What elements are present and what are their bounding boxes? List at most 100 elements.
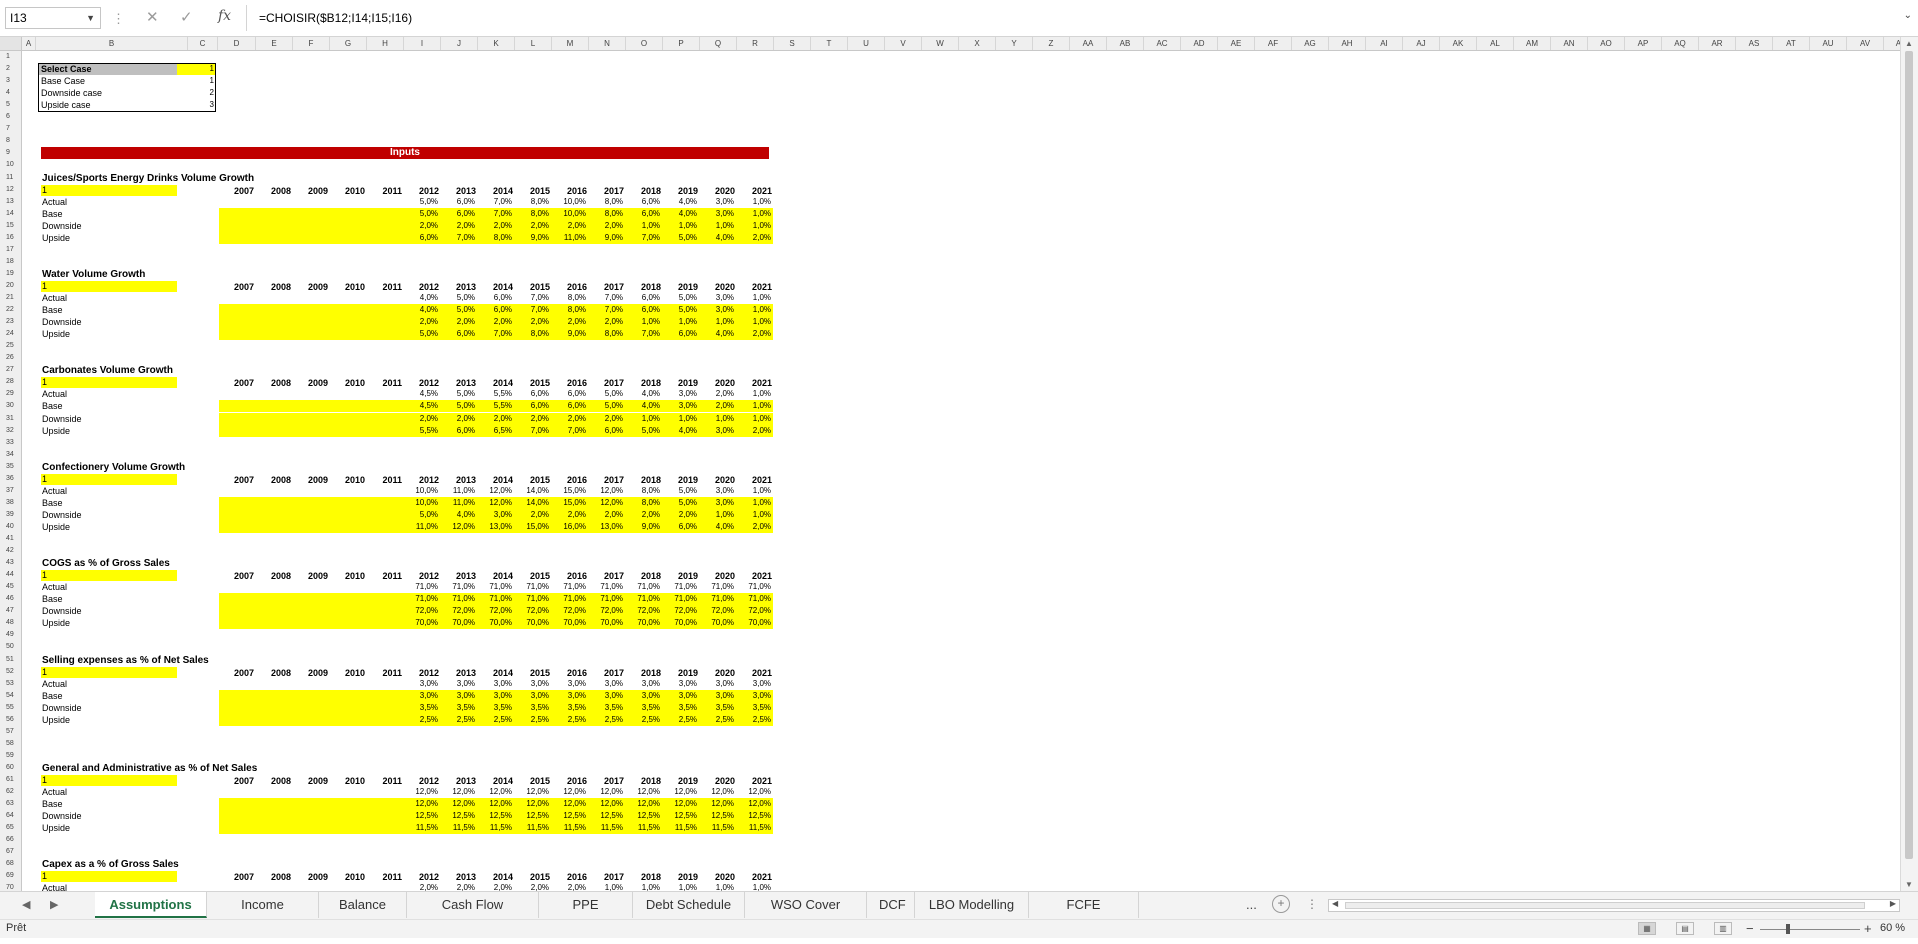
row-header[interactable]: 32 <box>0 425 20 437</box>
cancel-icon[interactable]: ✕ <box>146 8 159 26</box>
row-header[interactable]: 29 <box>0 388 20 400</box>
vertical-scroll-thumb[interactable] <box>1905 51 1913 859</box>
column-header[interactable]: AD <box>1181 37 1218 50</box>
more-sheets-button[interactable]: ... <box>1246 897 1257 912</box>
row-header[interactable]: 11 <box>0 172 20 184</box>
zoom-out-button[interactable]: − <box>1746 921 1754 936</box>
row-header[interactable]: 63 <box>0 798 20 810</box>
column-header[interactable]: AL <box>1477 37 1514 50</box>
column-header[interactable]: AQ <box>1662 37 1699 50</box>
row-header[interactable]: 15 <box>0 220 20 232</box>
enter-icon[interactable]: ✓ <box>180 8 193 26</box>
row-header[interactable]: 55 <box>0 702 20 714</box>
column-header[interactable]: G <box>330 37 367 50</box>
row-header[interactable]: 70 <box>0 882 20 891</box>
column-header[interactable]: AA <box>1070 37 1107 50</box>
row-header[interactable]: 26 <box>0 352 20 364</box>
page-break-view-icon[interactable]: ▥ <box>1714 922 1732 935</box>
column-header[interactable]: AI <box>1366 37 1403 50</box>
case-selector-input[interactable] <box>41 184 177 196</box>
row-header[interactable]: 4 <box>0 87 20 99</box>
page-layout-view-icon[interactable]: ▤ <box>1676 922 1694 935</box>
column-header[interactable]: Y <box>996 37 1033 50</box>
column-header[interactable]: AH <box>1329 37 1366 50</box>
row-header[interactable]: 16 <box>0 232 20 244</box>
formula-input[interactable]: =CHOISIR($B12;I14;I15;I16) <box>246 5 1902 31</box>
cell-grid[interactable]: Inputs Select Case 1 Base Case 1 Downside ca… <box>22 51 1900 891</box>
row-header[interactable]: 6 <box>0 111 20 123</box>
expand-formula-icon[interactable]: ⌄ <box>1904 10 1912 21</box>
normal-view-icon[interactable]: ▦ <box>1638 922 1656 935</box>
scroll-up-icon[interactable]: ▲ <box>1905 39 1913 48</box>
row-header[interactable]: 1 <box>0 51 20 63</box>
scroll-right-icon[interactable]: ▶ <box>1890 899 1896 908</box>
column-header[interactable]: AV <box>1847 37 1884 50</box>
row-header[interactable]: 35 <box>0 461 20 473</box>
column-header[interactable]: AU <box>1810 37 1847 50</box>
column-header[interactable]: O <box>626 37 663 50</box>
row-header[interactable]: 14 <box>0 208 20 220</box>
row-header[interactable]: 62 <box>0 786 20 798</box>
row-header[interactable]: 19 <box>0 268 20 280</box>
row-header[interactable]: 68 <box>0 858 20 870</box>
row-header[interactable]: 3 <box>0 75 20 87</box>
column-header[interactable]: M <box>552 37 589 50</box>
column-header[interactable]: AE <box>1218 37 1255 50</box>
case-selector-input[interactable] <box>41 280 177 292</box>
previous-sheet-icon[interactable]: ◀ <box>22 898 30 911</box>
case-selector-input[interactable] <box>41 666 177 678</box>
sheet-tab[interactable]: WSO Cover Page <box>745 892 867 938</box>
chevron-down-icon[interactable]: ▼ <box>86 8 95 28</box>
select-all-corner[interactable] <box>0 37 22 50</box>
column-header[interactable]: AJ <box>1403 37 1440 50</box>
row-header[interactable]: 53 <box>0 678 20 690</box>
row-header[interactable]: 58 <box>0 738 20 750</box>
column-header[interactable]: AM <box>1514 37 1551 50</box>
case-selector-input[interactable] <box>41 377 177 389</box>
row-header[interactable]: 12 <box>0 184 20 196</box>
column-header[interactable]: L <box>515 37 552 50</box>
case-selector-input[interactable] <box>41 473 177 485</box>
row-header[interactable]: 51 <box>0 654 20 666</box>
row-header[interactable]: 52 <box>0 666 20 678</box>
column-header[interactable]: R <box>737 37 774 50</box>
column-header[interactable]: Z <box>1033 37 1070 50</box>
row-header[interactable]: 41 <box>0 533 20 545</box>
column-header[interactable]: H <box>367 37 404 50</box>
column-header[interactable]: Q <box>700 37 737 50</box>
row-header[interactable]: 31 <box>0 413 20 425</box>
sheet-tab[interactable]: Debt Schedule <box>633 892 745 918</box>
row-header[interactable]: 56 <box>0 714 20 726</box>
row-header[interactable]: 25 <box>0 340 20 352</box>
insert-function-icon[interactable]: fx <box>218 8 231 24</box>
row-header[interactable]: 36 <box>0 473 20 485</box>
row-header[interactable]: 20 <box>0 280 20 292</box>
row-header[interactable]: 49 <box>0 629 20 641</box>
scroll-down-icon[interactable]: ▼ <box>1905 880 1913 889</box>
column-header[interactable]: B <box>36 37 188 50</box>
column-header[interactable]: AG <box>1292 37 1329 50</box>
sheet-tab[interactable]: DCF <box>867 892 915 918</box>
column-header[interactable]: A <box>22 37 36 50</box>
row-header[interactable]: 34 <box>0 449 20 461</box>
sheet-tab[interactable]: LBO Modelling <box>915 892 1029 918</box>
row-header[interactable]: 66 <box>0 834 20 846</box>
column-header[interactable]: I <box>404 37 441 50</box>
column-header[interactable]: AB <box>1107 37 1144 50</box>
row-header[interactable]: 17 <box>0 244 20 256</box>
row-header[interactable]: 54 <box>0 690 20 702</box>
sheet-tab[interactable]: Balance Sheet <box>319 892 407 938</box>
column-header[interactable]: AW <box>1884 37 1900 50</box>
row-header[interactable]: 28 <box>0 376 20 388</box>
column-header[interactable]: S <box>774 37 811 50</box>
column-header[interactable]: F <box>293 37 330 50</box>
worksheet[interactable]: A B C D E F G H I J K L M N O P Q R S T U V W X Y Z AA AB AC AD AE AF AG… <box>0 37 1900 891</box>
zoom-slider-knob[interactable] <box>1785 924 1790 934</box>
row-header[interactable]: 27 <box>0 364 20 376</box>
column-header[interactable]: V <box>885 37 922 50</box>
sheet-tab[interactable]: Cash Flow Statement <box>407 892 539 938</box>
column-header[interactable]: AF <box>1255 37 1292 50</box>
row-header[interactable]: 23 <box>0 316 20 328</box>
row-header[interactable]: 61 <box>0 774 20 786</box>
row-header[interactable]: 48 <box>0 617 20 629</box>
